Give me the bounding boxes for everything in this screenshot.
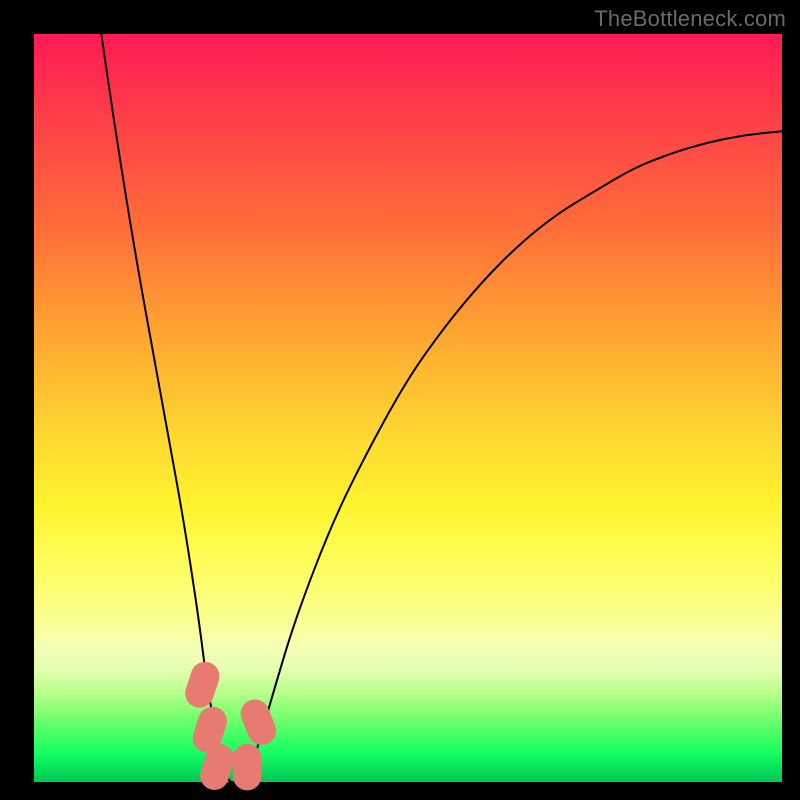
plot-area [34,34,782,782]
curve-marker [233,744,262,791]
curve-marker [181,658,223,711]
curve-marker [236,695,280,749]
watermark-text: TheBottleneck.com [594,6,786,32]
curve-markers [181,658,280,794]
chart-svg [34,34,782,782]
chart-frame: TheBottleneck.com [0,0,800,800]
